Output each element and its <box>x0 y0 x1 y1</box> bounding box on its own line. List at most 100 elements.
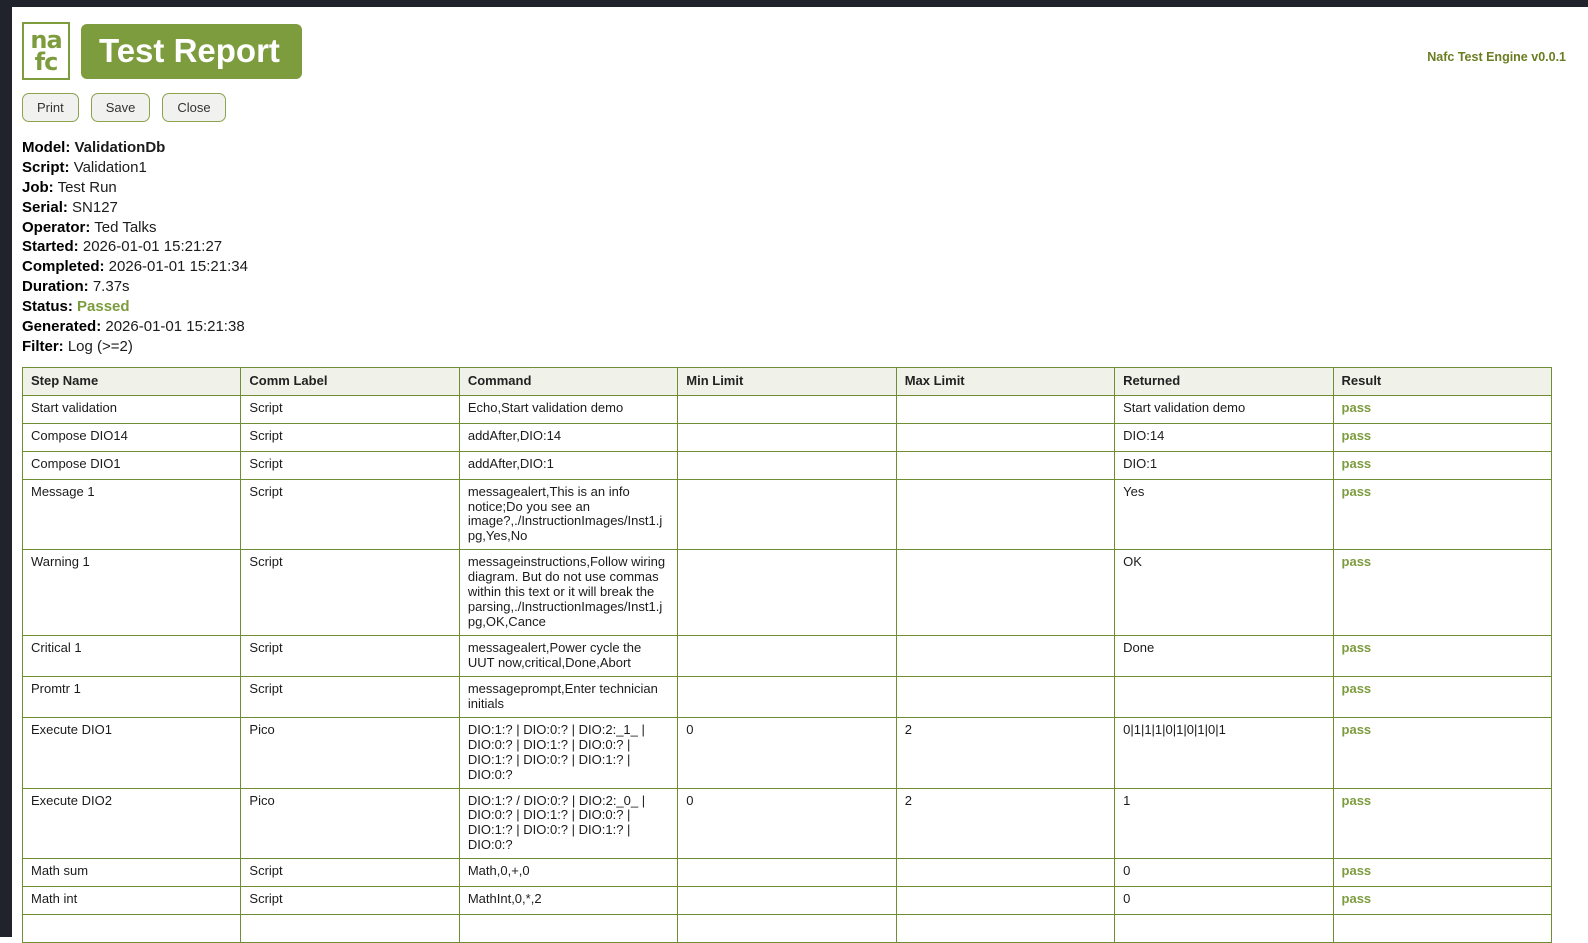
table-row: Promtr 1 Script messageprompt,Enter techni… <box>21 675 1553 718</box>
cell-empty <box>1114 914 1334 943</box>
cell-step-name: Start validation <box>21 394 242 424</box>
metadata: Model: ValidationDb Script: Validation1 Jo… <box>22 138 1554 357</box>
cell-command: messagealert,Power cycle the UUT now,cri… <box>458 635 679 677</box>
column-header: Command <box>458 366 679 396</box>
cell-min-limit <box>677 478 897 551</box>
metadata-label: Completed: <box>22 258 105 276</box>
cell-step-name: Compose DIO14 <box>21 422 242 452</box>
metadata-value: Test Run <box>57 178 117 196</box>
print-button[interactable]: Print <box>22 93 79 122</box>
cell-result: pass <box>1332 394 1553 424</box>
cell-result: pass <box>1332 422 1553 452</box>
metadata-value: ValidationDb <box>74 139 166 156</box>
metadata-label: Script: <box>22 158 70 176</box>
cell-max-limit <box>895 422 1116 452</box>
cell-empty <box>240 914 460 943</box>
column-header: Max Limit <box>895 366 1116 396</box>
cell-returned: DIO:14 <box>1114 422 1334 452</box>
cell-result: pass <box>1332 716 1553 789</box>
metadata-value: 2026-01-01 15:21:27 <box>82 238 223 256</box>
table-header-row: Step Name Comm Label Command Min Limit Max L… <box>21 366 1553 396</box>
cell-comm-label: Script <box>240 549 460 636</box>
cell-empty <box>1332 914 1553 943</box>
cell-max-limit <box>895 886 1116 916</box>
cell-returned <box>1114 675 1334 718</box>
cell-comm-label: Script <box>240 886 460 916</box>
cell-result: pass <box>1332 635 1553 677</box>
metadata-line: Started: 2026-01-01 15:21:27 <box>22 237 1554 257</box>
metadata-value: 2026-01-01 15:21:38 <box>105 317 245 335</box>
cell-max-limit <box>895 549 1116 636</box>
cell-empty <box>21 914 242 943</box>
metadata-label: Started: <box>22 238 79 256</box>
metadata-value: 7.37s <box>92 278 130 296</box>
cell-comm-label: Pico <box>240 787 460 860</box>
results-table: Step Name Comm Label Command Min Limit Max L… <box>21 366 1553 943</box>
cell-comm-label: Script <box>240 394 460 424</box>
metadata-line: Script: Validation1 <box>22 158 1554 178</box>
toolbar: Print Save Close <box>22 93 1554 122</box>
cell-step-name: Math int <box>21 886 242 916</box>
column-header: Result <box>1332 366 1553 396</box>
metadata-line: Serial: SN127 <box>22 198 1554 218</box>
column-header: Step Name <box>21 366 242 396</box>
cell-returned: 0|1|1|1|0|1|0|1|0|1 <box>1114 716 1334 789</box>
metadata-label: Duration: <box>22 278 89 296</box>
save-button[interactable]: Save <box>90 93 151 122</box>
cell-result: pass <box>1332 858 1553 888</box>
cell-returned: Done <box>1114 635 1334 677</box>
cell-min-limit <box>677 549 897 636</box>
table-row: Execute DIO1 Pico DIO:1:? | DIO:0:? | DIO:… <box>21 716 1553 789</box>
cell-empty <box>677 914 897 943</box>
metadata-value: Log (>=2) <box>67 337 133 355</box>
header: na fc Test Report <box>22 22 1554 80</box>
metadata-value: 2026-01-01 15:21:34 <box>108 258 248 276</box>
table-row: Compose DIO1 Script addAfter,DIO:1 DIO:1 pas… <box>21 450 1553 480</box>
metadata-label: Generated: <box>22 317 102 335</box>
close-button[interactable]: Close <box>162 93 226 122</box>
cell-empty <box>895 914 1116 943</box>
table-row: Start validation Script Echo,Start validat… <box>21 394 1553 424</box>
cell-returned: 1 <box>1114 787 1334 860</box>
metadata-label: Model: <box>22 139 71 156</box>
cell-returned: Start validation demo <box>1114 394 1334 424</box>
cell-min-limit <box>677 394 897 424</box>
metadata-label: Serial: <box>22 198 68 216</box>
cell-comm-label: Script <box>240 478 460 551</box>
cell-max-limit <box>895 675 1116 718</box>
column-header: Comm Label <box>240 366 460 396</box>
cell-max-limit <box>895 450 1116 480</box>
cell-comm-label: Script <box>240 858 460 888</box>
cell-min-limit <box>677 675 897 718</box>
metadata-label: Status: <box>22 298 73 315</box>
cell-returned: Yes <box>1114 478 1334 551</box>
cell-max-limit: 2 <box>895 716 1116 789</box>
table-row: Execute DIO2 Pico DIO:1:? / DIO:0:? | DIO:… <box>21 787 1553 860</box>
cell-comm-label: Script <box>240 675 460 718</box>
table-row: Math int Script MathInt,0,*,2 0 pass <box>21 886 1553 916</box>
table-row: Compose DIO14 Script addAfter,DIO:14 DIO:14… <box>21 422 1553 452</box>
cell-min-limit <box>677 422 897 452</box>
metadata-label: Job: <box>22 178 54 196</box>
metadata-line: Model: ValidationDb <box>22 138 1554 158</box>
cell-comm-label: Script <box>240 450 460 480</box>
table-row: Math sum Script Math,0,+,0 0 pass <box>21 858 1553 888</box>
cell-result: pass <box>1332 886 1553 916</box>
table-body: Start validation Script Echo,Start validat… <box>21 394 1553 943</box>
cell-step-name: Promtr 1 <box>21 675 242 718</box>
logo-line-2: fc <box>34 48 59 76</box>
cell-comm-label: Script <box>240 422 460 452</box>
cell-result: pass <box>1332 675 1553 718</box>
cell-command: Echo,Start validation demo <box>458 394 679 424</box>
cell-min-limit <box>677 635 897 677</box>
table-row: Warning 1 Script messageinstructions,Follo… <box>21 549 1553 636</box>
cell-step-name: Compose DIO1 <box>21 450 242 480</box>
cell-result: pass <box>1332 450 1553 480</box>
cell-returned: 0 <box>1114 858 1334 888</box>
metadata-line: Operator: Ted Talks <box>22 218 1554 238</box>
cell-returned: DIO:1 <box>1114 450 1334 480</box>
page-title: Test Report <box>81 23 302 79</box>
cell-returned: OK <box>1114 549 1334 636</box>
cell-command: addAfter,DIO:14 <box>458 422 679 452</box>
cell-min-limit <box>677 450 897 480</box>
